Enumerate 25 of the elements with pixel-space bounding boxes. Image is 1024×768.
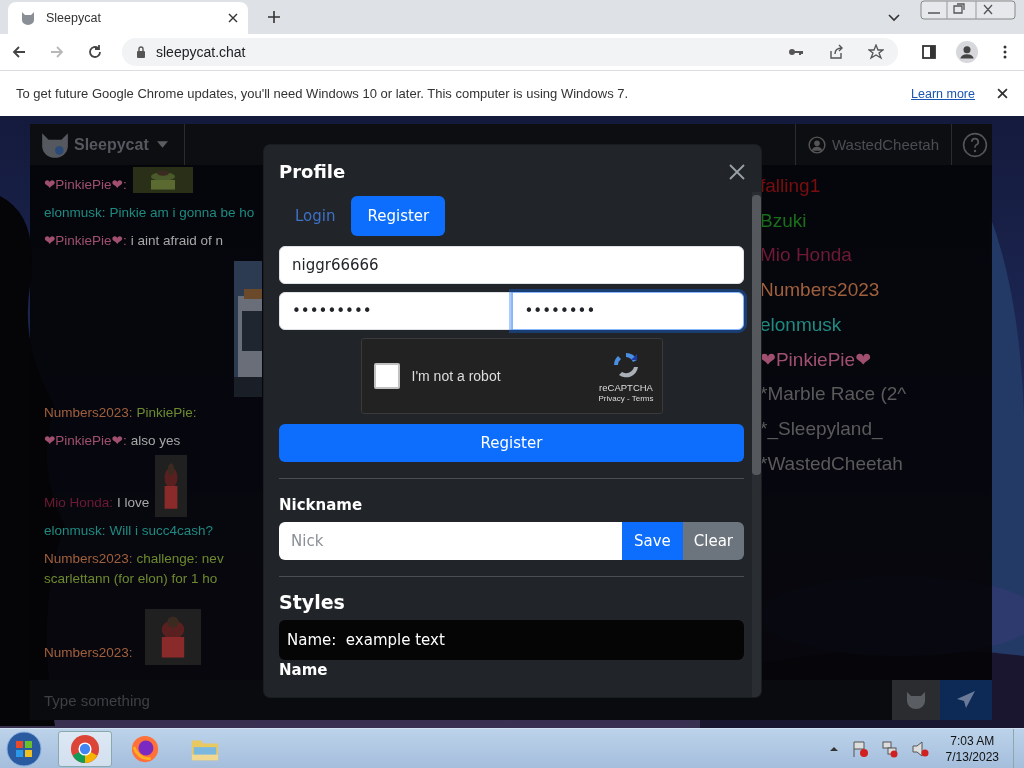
flag-icon[interactable]: [850, 739, 869, 758]
address-bar[interactable]: sleepycat.chat: [122, 38, 898, 66]
new-tab-icon[interactable]: [268, 11, 280, 23]
start-button[interactable]: [6, 730, 42, 767]
infobar-message: To get future Google Chrome updates, you'll need Windows 10 or later. This computer is using Windows 7.: [16, 86, 629, 101]
chrome-icon: [70, 733, 100, 764]
cat-icon: [20, 10, 36, 26]
taskbar-item[interactable]: [58, 730, 112, 767]
caret-icon[interactable]: [888, 14, 900, 22]
star-icon[interactable]: [868, 44, 884, 60]
lock-icon: [136, 46, 146, 58]
firefox-icon: [130, 733, 160, 764]
clock[interactable]: 7:03 AM 7/13/2023: [945, 732, 999, 765]
profile-icon[interactable]: [956, 41, 978, 63]
volume-icon[interactable]: [910, 739, 929, 758]
window-controls[interactable]: [920, 0, 1016, 20]
network-icon[interactable]: [880, 739, 899, 758]
close-icon[interactable]: [997, 88, 1008, 99]
side-panel-icon[interactable]: [921, 44, 937, 60]
learn-more-link[interactable]: Learn more: [911, 86, 975, 101]
reload-icon[interactable]: [87, 44, 103, 60]
browser-tab[interactable]: Sleepycat: [8, 2, 248, 34]
share-icon[interactable]: [828, 44, 844, 60]
back-icon[interactable]: [11, 44, 27, 60]
close-icon[interactable]: [228, 13, 238, 23]
